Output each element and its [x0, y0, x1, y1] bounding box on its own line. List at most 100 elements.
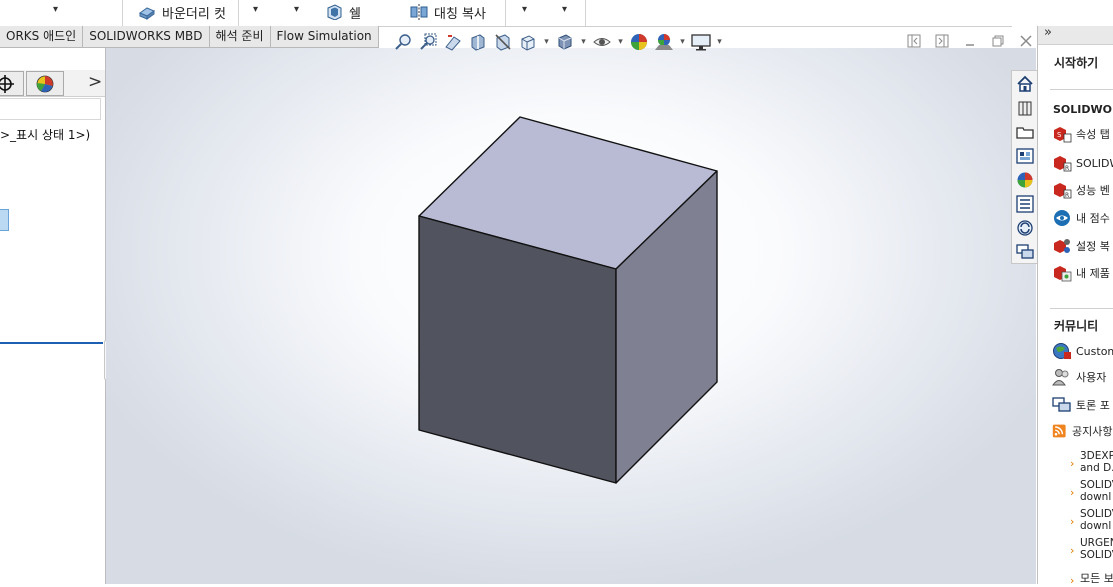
- solidworks-forum-tab[interactable]: [1014, 217, 1035, 238]
- annotation-icon: [495, 34, 511, 51]
- mirror-copy-button[interactable]: 대칭 복사: [410, 2, 486, 22]
- resource-item-performance[interactable]: R 성능 벤: [1052, 180, 1110, 200]
- tile-right-button[interactable]: [932, 33, 952, 49]
- news-bullet: ›: [1070, 486, 1075, 499]
- document-window-controls: [904, 33, 1036, 49]
- close-icon: [1020, 35, 1032, 47]
- dropdown-caret[interactable]: ▾: [522, 4, 527, 15]
- zoom-to-fit-button[interactable]: [392, 32, 414, 52]
- tree-filter-box[interactable]: [0, 98, 101, 120]
- task-home-tab[interactable]: [1014, 73, 1035, 94]
- display-manager-tab[interactable]: [26, 71, 64, 96]
- minimize-button[interactable]: [960, 33, 980, 49]
- file-explorer-tab[interactable]: [1014, 121, 1035, 142]
- news-item[interactable]: URGEN SOLIDV: [1080, 537, 1113, 561]
- dropdown-caret[interactable]: ▾: [562, 4, 567, 15]
- scene-icon: [655, 34, 673, 50]
- my-products-icon: [1054, 266, 1072, 282]
- svg-text:R: R: [1065, 165, 1069, 172]
- close-button[interactable]: [1016, 33, 1036, 49]
- resource-item-my-products[interactable]: 내 제품: [1052, 263, 1110, 283]
- task-pane: » 시작하기 SOLIDWORK S 속성 탭 R SOLIDW R 성능 벤 …: [1037, 25, 1113, 587]
- shell-label: 쉘: [349, 6, 361, 22]
- custom-properties-tab[interactable]: [1014, 193, 1035, 214]
- apply-scene-button[interactable]: [653, 32, 675, 52]
- globe-icon: [1053, 343, 1071, 359]
- tile-left-icon: [907, 34, 921, 48]
- community-item-user-group[interactable]: 사용자: [1052, 367, 1106, 387]
- news-item[interactable]: 3DEXP and D.: [1080, 450, 1113, 474]
- resource-item-my-score[interactable]: 내 점수: [1052, 208, 1110, 228]
- appearance-pie-icon: [36, 75, 54, 92]
- community-item-announcements[interactable]: 공지사항: [1052, 421, 1112, 441]
- users-icon: [1052, 369, 1069, 386]
- sync-icon: [1016, 219, 1033, 236]
- view-orientation-button[interactable]: [517, 32, 539, 52]
- dropdown-caret[interactable]: ▾: [53, 4, 58, 15]
- appearances-tab[interactable]: [1014, 169, 1035, 190]
- tile-right-icon: [935, 34, 949, 48]
- tile-left-button[interactable]: [904, 33, 924, 49]
- dynamic-annotation-button[interactable]: [492, 32, 514, 52]
- community-item-customer[interactable]: Custom: [1052, 341, 1113, 361]
- view-all-link[interactable]: 모든 보: [1080, 573, 1113, 585]
- community-item-discussion-forum[interactable]: 토론 포: [1052, 395, 1110, 415]
- view-orientation-dropdown[interactable]: ▾: [542, 32, 551, 52]
- panel-splitter-line[interactable]: [0, 342, 103, 344]
- graphics-area[interactable]: [106, 48, 1036, 584]
- restore-button[interactable]: [988, 33, 1008, 49]
- command-manager-tabs: ORKS 애드인 SOLIDWORKS MBD 해석 준비 Flow Simul…: [0, 26, 379, 48]
- hide-show-dropdown[interactable]: ▾: [616, 32, 625, 52]
- display-style-dropdown[interactable]: ▾: [579, 32, 588, 52]
- display-state-label: >_표시 상태 1>): [0, 128, 91, 142]
- edit-appearance-button[interactable]: [628, 32, 650, 52]
- solidworks-cube-icon: R: [1054, 156, 1072, 172]
- copy-settings-icon: [1054, 239, 1070, 253]
- model-cube[interactable]: [106, 48, 1036, 584]
- collapse-pane-button[interactable]: »: [1044, 25, 1052, 40]
- view-settings-button[interactable]: [690, 32, 712, 52]
- tab-simulation-prep[interactable]: 해석 준비: [209, 26, 271, 48]
- zoom-area-icon: [420, 33, 437, 50]
- resource-item-copy-settings[interactable]: 설정 복: [1052, 236, 1110, 256]
- scene-dropdown[interactable]: ▾: [678, 32, 687, 52]
- tab-addins[interactable]: ORKS 애드인: [0, 26, 84, 48]
- dropdown-caret[interactable]: ▾: [294, 4, 299, 15]
- feature-manager-panel: > >_표시 상태 1>): [0, 48, 106, 584]
- news-item[interactable]: SOLIDV downl: [1080, 508, 1113, 532]
- rollback-marker[interactable]: [0, 209, 9, 231]
- display-style-button[interactable]: [554, 32, 576, 52]
- design-library-tab[interactable]: [1014, 97, 1035, 118]
- resource-item-solidworks[interactable]: R SOLIDW: [1052, 153, 1113, 173]
- previous-view-button[interactable]: [442, 32, 464, 52]
- dimxpert-tab[interactable]: [0, 71, 24, 96]
- chat-bubbles-icon: [1015, 243, 1034, 259]
- section-view-icon: [471, 34, 485, 51]
- tab-mbd[interactable]: SOLIDWORKS MBD: [83, 26, 210, 48]
- view-settings-dropdown[interactable]: ▾: [715, 32, 724, 52]
- task-pane-header: »: [1038, 25, 1113, 45]
- restore-icon: [992, 35, 1004, 47]
- discussion-tab[interactable]: [1014, 241, 1035, 262]
- dropdown-caret[interactable]: ▾: [253, 4, 258, 15]
- news-item[interactable]: SOLIDV downl: [1080, 479, 1113, 503]
- heads-up-view-toolbar: ▾ ▾ ▾ ▾ ▾: [392, 31, 724, 53]
- display-style-icon: [558, 34, 572, 50]
- shell-icon: [327, 4, 342, 20]
- community-heading: 커뮤니티: [1054, 319, 1099, 333]
- solidworks-resources-heading: SOLIDWORK: [1053, 103, 1113, 116]
- chat-bubbles-icon: [1052, 397, 1071, 412]
- resource-item-properties-tab[interactable]: S 속성 탭: [1052, 124, 1110, 144]
- zoom-to-area-button[interactable]: [417, 32, 439, 52]
- panel-tab-bar: >: [0, 70, 105, 97]
- home-icon: [1016, 75, 1033, 92]
- ribbon-separator: [122, 0, 123, 26]
- shell-button[interactable]: 쉘: [325, 2, 361, 22]
- panel-more-chevron[interactable]: >: [88, 72, 102, 92]
- boundary-cut-button[interactable]: 바운더리 컷: [138, 2, 226, 22]
- view-palette-tab[interactable]: [1014, 145, 1035, 166]
- tab-flow-simulation[interactable]: Flow Simulation: [270, 26, 379, 48]
- section-view-button[interactable]: [467, 32, 489, 52]
- hide-show-items-button[interactable]: [591, 32, 613, 52]
- appearance-ball-icon: [631, 34, 647, 50]
